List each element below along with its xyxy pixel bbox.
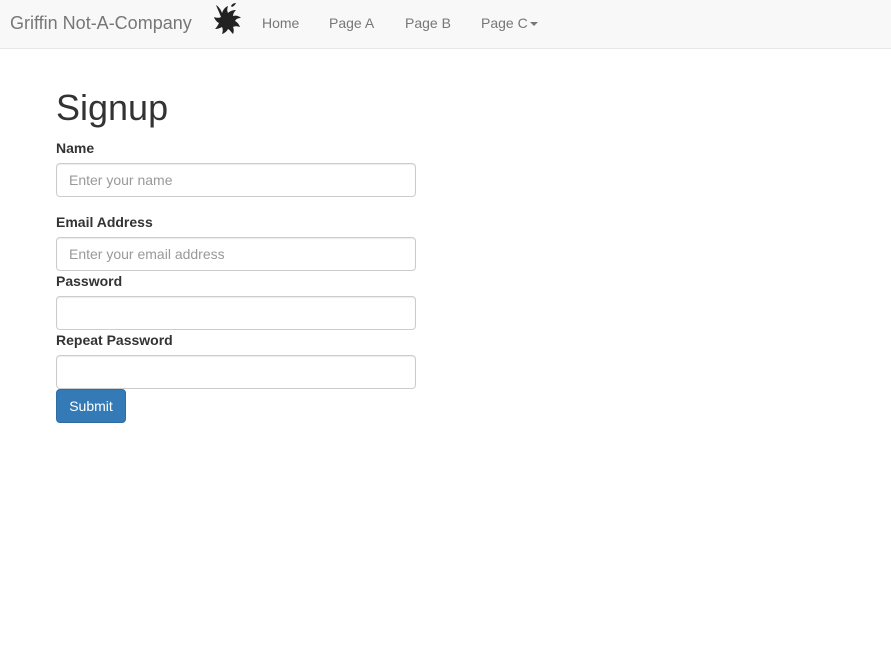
page-title: Signup xyxy=(56,87,169,128)
griffin-logo-icon[interactable] xyxy=(210,1,246,37)
name-label: Name xyxy=(56,140,95,156)
nav-link-page-b[interactable]: Page B xyxy=(405,15,451,31)
nav-link-page-a[interactable]: Page A xyxy=(329,15,374,31)
nav-link-home[interactable]: Home xyxy=(262,15,299,31)
navbar: Griffin Not-A-Company Home Page A Page B… xyxy=(0,0,891,49)
caret-down-icon xyxy=(529,22,538,27)
password-input[interactable] xyxy=(56,296,416,330)
nav-dropdown-page-c-label: Page C xyxy=(481,15,528,31)
name-input[interactable] xyxy=(56,163,416,197)
password-label: Password xyxy=(56,273,123,289)
email-label: Email Address xyxy=(56,214,153,230)
navbar-brand[interactable]: Griffin Not-A-Company xyxy=(10,13,192,34)
repeat-password-label: Repeat Password xyxy=(56,332,173,348)
submit-button[interactable]: Submit xyxy=(56,389,126,423)
email-input[interactable] xyxy=(56,237,416,271)
nav-dropdown-page-c[interactable]: Page C xyxy=(481,15,538,31)
repeat-password-input[interactable] xyxy=(56,355,416,389)
